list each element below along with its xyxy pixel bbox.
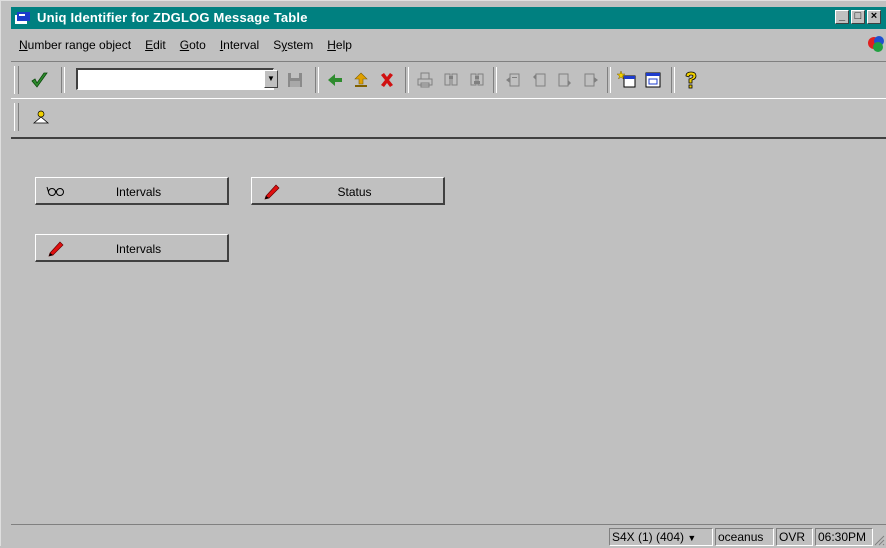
status-change-label: Status [337, 185, 372, 199]
title-bar[interactable]: Uniq Identifier for ZDGLOG Message Table… [11, 7, 886, 29]
shortcut-icon[interactable] [641, 68, 665, 92]
save-icon[interactable] [283, 68, 307, 92]
intervals-change-button[interactable]: Intervals [35, 234, 229, 262]
display-object-icon[interactable] [29, 105, 53, 129]
menu-number-range-object[interactable]: Number range object [19, 38, 131, 56]
cancel-icon[interactable] [375, 68, 399, 92]
toolbar-separator [493, 67, 497, 93]
help-icon[interactable] [679, 68, 703, 92]
window-title: Uniq Identifier for ZDGLOG Message Table [37, 10, 308, 25]
previous-page-icon[interactable] [527, 68, 551, 92]
command-field[interactable] [76, 68, 274, 90]
back-icon[interactable] [323, 68, 347, 92]
standard-toolbar: ▼ [11, 61, 886, 99]
maximize-button[interactable]: □ [851, 10, 865, 24]
command-field-dropdown-button[interactable]: ▼ [264, 70, 278, 88]
sap-window: Uniq Identifier for ZDGLOG Message Table… [0, 0, 886, 546]
status-change-button[interactable]: Status [251, 177, 445, 205]
sap-logo-icon [868, 36, 884, 52]
next-page-icon[interactable] [553, 68, 577, 92]
intervals-change-label: Intervals [115, 242, 162, 256]
find-next-icon[interactable] [465, 68, 489, 92]
menu-edit[interactable]: Edit [145, 38, 166, 56]
server-field: oceanus [715, 528, 774, 546]
toolbar-separator [61, 67, 65, 93]
menu-bar: Number range object Edit Goto Interval S… [19, 38, 352, 56]
close-button[interactable]: × [867, 10, 881, 24]
status-bar: S4X (1) (404) ▼ oceanus OVR 06:30PM [11, 524, 886, 548]
menu-goto[interactable]: Goto [180, 38, 206, 56]
menu-system[interactable]: System [273, 38, 313, 56]
chevron-down-icon[interactable]: ▼ [687, 533, 696, 543]
toolbar-separator [671, 67, 675, 93]
create-session-icon[interactable] [615, 68, 639, 92]
system-info-field[interactable]: S4X (1) (404) ▼ [609, 528, 713, 546]
print-icon[interactable] [413, 68, 437, 92]
menu-help[interactable]: Help [327, 38, 352, 56]
toolbar-separator [315, 67, 319, 93]
toolbar-separator [607, 67, 611, 93]
last-page-icon[interactable] [579, 68, 603, 92]
toolbar-grip[interactable] [14, 66, 19, 94]
first-page-icon[interactable] [501, 68, 525, 92]
find-icon[interactable] [439, 68, 463, 92]
intervals-display-label: Intervals [115, 185, 162, 199]
menu-interval[interactable]: Interval [220, 38, 259, 56]
intervals-display-button[interactable]: Intervals [35, 177, 229, 205]
time-field: 06:30PM [815, 528, 873, 546]
minimize-button[interactable]: _ [835, 10, 849, 24]
resize-grip-icon[interactable] [873, 534, 885, 546]
exit-icon[interactable] [349, 68, 373, 92]
toolbar-grip[interactable] [14, 103, 19, 131]
application-toolbar [11, 99, 886, 139]
system-info-text: S4X (1) (404) [612, 530, 685, 544]
main-screen-area: Intervals Status Intervals [11, 140, 886, 524]
enter-check-icon[interactable] [27, 68, 51, 92]
insert-mode-field: OVR [776, 528, 813, 546]
sap-app-icon [15, 12, 30, 24]
toolbar-separator [405, 67, 409, 93]
